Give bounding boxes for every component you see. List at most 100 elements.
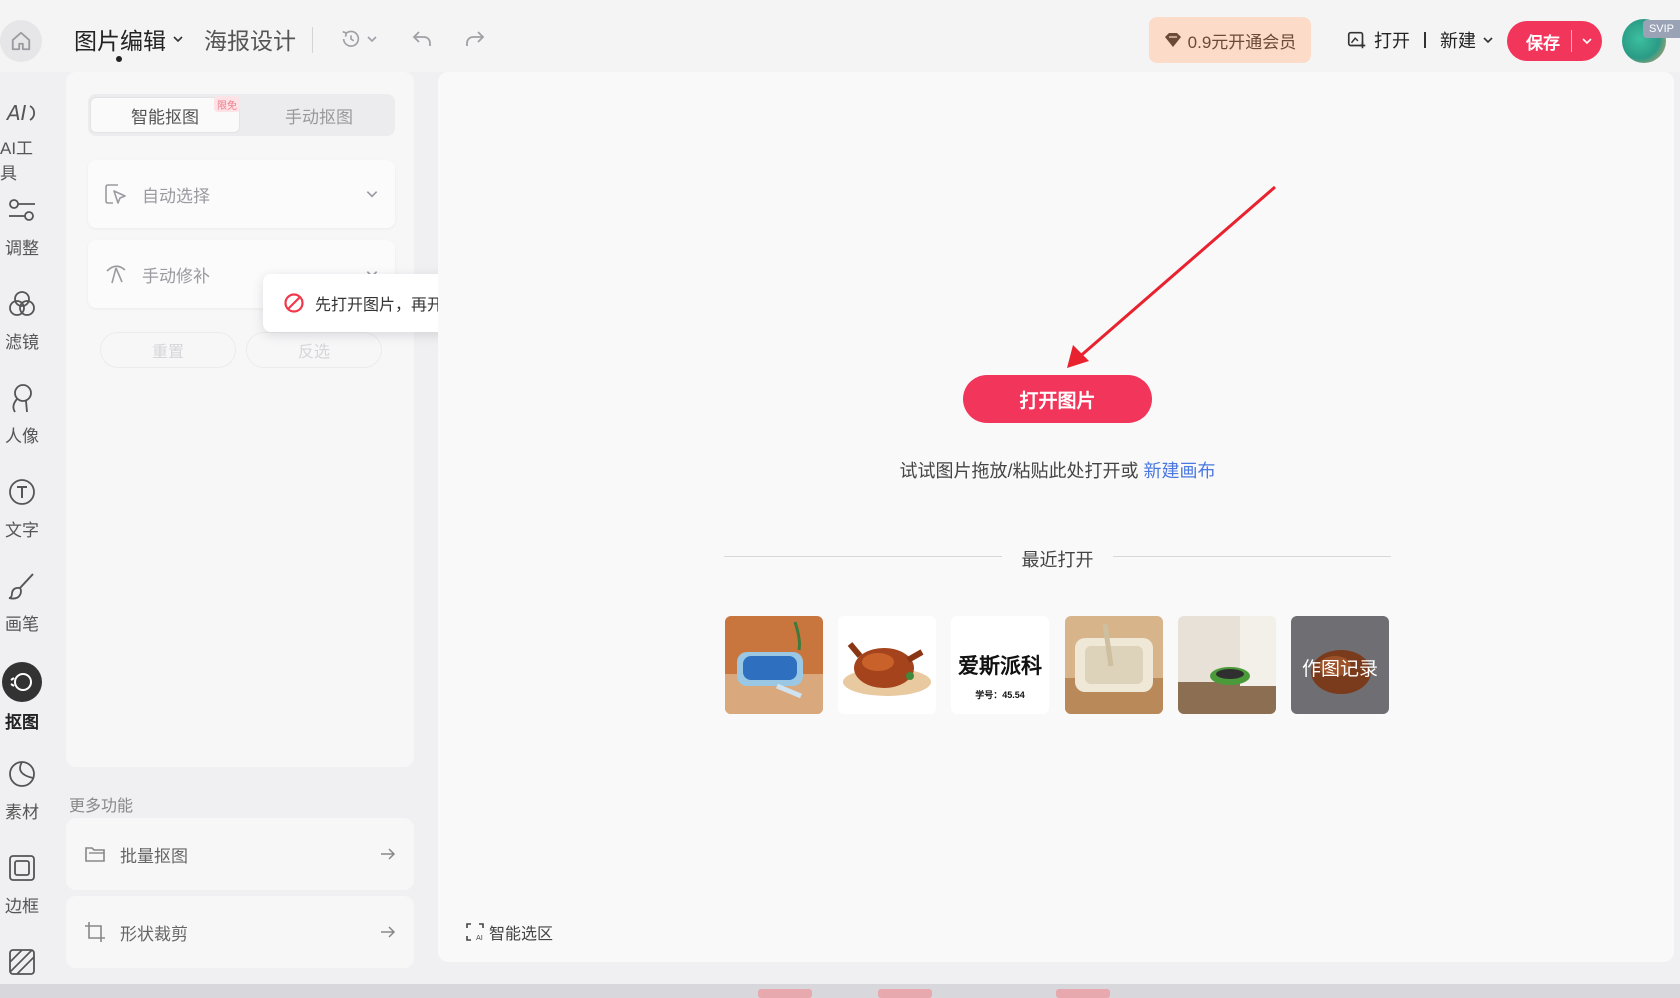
divider: [724, 556, 1002, 557]
taskbar-item[interactable]: [878, 989, 932, 998]
taskbar-item[interactable]: [758, 989, 812, 998]
save-button[interactable]: 保存: [1507, 21, 1602, 61]
top-bar: 图片编辑 海报设计 0.9元开通会员 打开 新建 保存 SVIP: [0, 0, 1680, 72]
diamond-icon: [1164, 32, 1182, 48]
rail-item-label: 滤镜: [5, 333, 39, 352]
canvas-area[interactable]: [438, 72, 1674, 962]
rail-item-adjust[interactable]: 调整: [0, 192, 44, 272]
smart-select-label: 智能选区: [489, 926, 554, 943]
auto-select-option[interactable]: 自动选择: [88, 160, 395, 228]
home-button[interactable]: [0, 20, 42, 62]
prohibited-icon: [283, 292, 305, 314]
chevron-down-icon: [365, 187, 379, 201]
divider: [312, 27, 313, 53]
vip-membership-label: 0.9元开通会员: [1187, 32, 1297, 52]
rail-item-filter[interactable]: 滤镜: [0, 286, 44, 366]
rail-item-brush[interactable]: 画笔: [0, 568, 44, 648]
portrait-icon: [4, 380, 40, 416]
rail-item-cutout[interactable]: 抠图: [0, 662, 44, 742]
rail-item-label: AI工具: [0, 139, 34, 183]
recent-thumbnail[interactable]: [1178, 616, 1276, 714]
rail-item-border[interactable]: 边框: [0, 850, 44, 930]
more-features-title: 更多功能: [69, 798, 134, 815]
history-thumbnail[interactable]: 作图记录: [1291, 616, 1389, 714]
tool-rail: AI AI工具 调整 滤镜 人像 文字 画笔 抠图 素材 边框: [0, 72, 60, 990]
folder-icon: [84, 844, 106, 864]
cutout-icon: [2, 662, 42, 702]
chevron-down-icon[interactable]: [1482, 34, 1494, 46]
taskbar-strip: [0, 984, 1680, 998]
open-button[interactable]: 打开: [1374, 27, 1410, 53]
home-icon: [10, 30, 32, 52]
materials-icon: [4, 756, 40, 792]
redo-button[interactable]: [463, 24, 487, 54]
vip-membership-button[interactable]: 0.9元开通会员: [1149, 17, 1311, 63]
svg-text:AI: AI: [476, 934, 483, 941]
drop-hint-text: 试试图片拖放/粘贴此处打开或: [899, 461, 1139, 481]
history-icon: [340, 28, 362, 50]
thumbnail-subtitle: 学号：45.54: [975, 690, 1025, 700]
undo-button[interactable]: [410, 24, 434, 54]
reset-button[interactable]: 重置: [100, 332, 236, 368]
tab-manual-cutout[interactable]: 手动抠图: [244, 97, 394, 133]
history-label: 作图记录: [1301, 659, 1378, 680]
ai-icon: AI: [4, 98, 40, 128]
recent-thumbnail[interactable]: [838, 616, 936, 714]
ai-select-icon: AI: [466, 923, 484, 941]
recent-thumbnail[interactable]: 爱斯派科 学号：45.54: [951, 616, 1049, 714]
new-button[interactable]: 新建: [1440, 27, 1476, 53]
rail-item-label: 边框: [5, 897, 39, 916]
brush-icon: [4, 568, 40, 604]
history-button[interactable]: [340, 24, 378, 54]
rail-item-label: 画笔: [5, 615, 39, 634]
tab-poster-design-label: 海报设计: [204, 28, 296, 54]
chevron-down-icon: [366, 33, 378, 45]
border-icon: [4, 850, 40, 886]
tab-image-edit[interactable]: 图片编辑: [74, 24, 184, 54]
new-canvas-link[interactable]: 新建画布: [1144, 461, 1216, 481]
cursor-select-icon: [104, 182, 128, 206]
separator: [1424, 32, 1426, 48]
arrow-right-icon: [380, 925, 396, 939]
cutout-mode-switch: 智能抠图 手动抠图: [88, 94, 395, 136]
rail-item-label: 抠图: [5, 713, 39, 732]
recent-thumbnail[interactable]: [725, 616, 823, 714]
rail-item-label: 素材: [5, 803, 39, 822]
active-tab-indicator: [116, 56, 122, 62]
shape-crop-label: 形状裁剪: [120, 924, 188, 944]
save-button-label: 保存: [1526, 33, 1560, 53]
manual-repair-label: 手动修补: [142, 266, 210, 286]
smart-select-button[interactable]: AI 智能选区: [466, 920, 553, 944]
open-image-button[interactable]: 打开图片: [963, 375, 1152, 423]
batch-cutout-item[interactable]: 批量抠图: [66, 818, 414, 890]
tab-poster-design[interactable]: 海报设计: [204, 24, 296, 54]
rail-item-portrait[interactable]: 人像: [0, 380, 44, 460]
taskbar-item[interactable]: [1056, 989, 1110, 998]
annotation-arrow: [1067, 185, 1276, 368]
drop-hint: 试试图片拖放/粘贴此处打开或 新建画布: [0, 457, 1680, 483]
save-options-button[interactable]: [1572, 35, 1602, 47]
redo-icon: [463, 27, 487, 51]
rail-item-ai-tools[interactable]: AI AI工具: [0, 98, 44, 183]
open-file-icon: [1346, 29, 1368, 51]
sliders-icon: [4, 192, 40, 228]
invert-button[interactable]: 反选: [246, 332, 382, 368]
open-new-group: 打开 新建: [1346, 25, 1494, 55]
chevron-down-icon: [1582, 38, 1592, 45]
filter-icon: [4, 286, 40, 322]
cutout-panel: 智能抠图 手动抠图 限免 自动选择 手动修补 重置 反选: [66, 72, 414, 767]
repair-brush-icon: [104, 262, 128, 286]
batch-cutout-label: 批量抠图: [120, 846, 188, 866]
rail-item-text[interactable]: 文字: [0, 474, 44, 554]
rail-item-materials[interactable]: 素材: [0, 756, 44, 836]
thumbnail-title: 爱斯派科: [958, 655, 1042, 678]
rail-item-label: 人像: [5, 427, 39, 446]
shape-crop-item[interactable]: 形状裁剪: [66, 896, 414, 968]
svip-badge: SVIP: [1643, 20, 1680, 38]
recent-thumbnail[interactable]: [1065, 616, 1163, 714]
rail-item-label: 文字: [5, 521, 39, 540]
crop-icon: [84, 921, 106, 943]
rail-item-label: 调整: [5, 239, 39, 258]
free-limit-badge: 限免: [214, 96, 240, 112]
recent-title: 最近打开: [1021, 550, 1094, 570]
